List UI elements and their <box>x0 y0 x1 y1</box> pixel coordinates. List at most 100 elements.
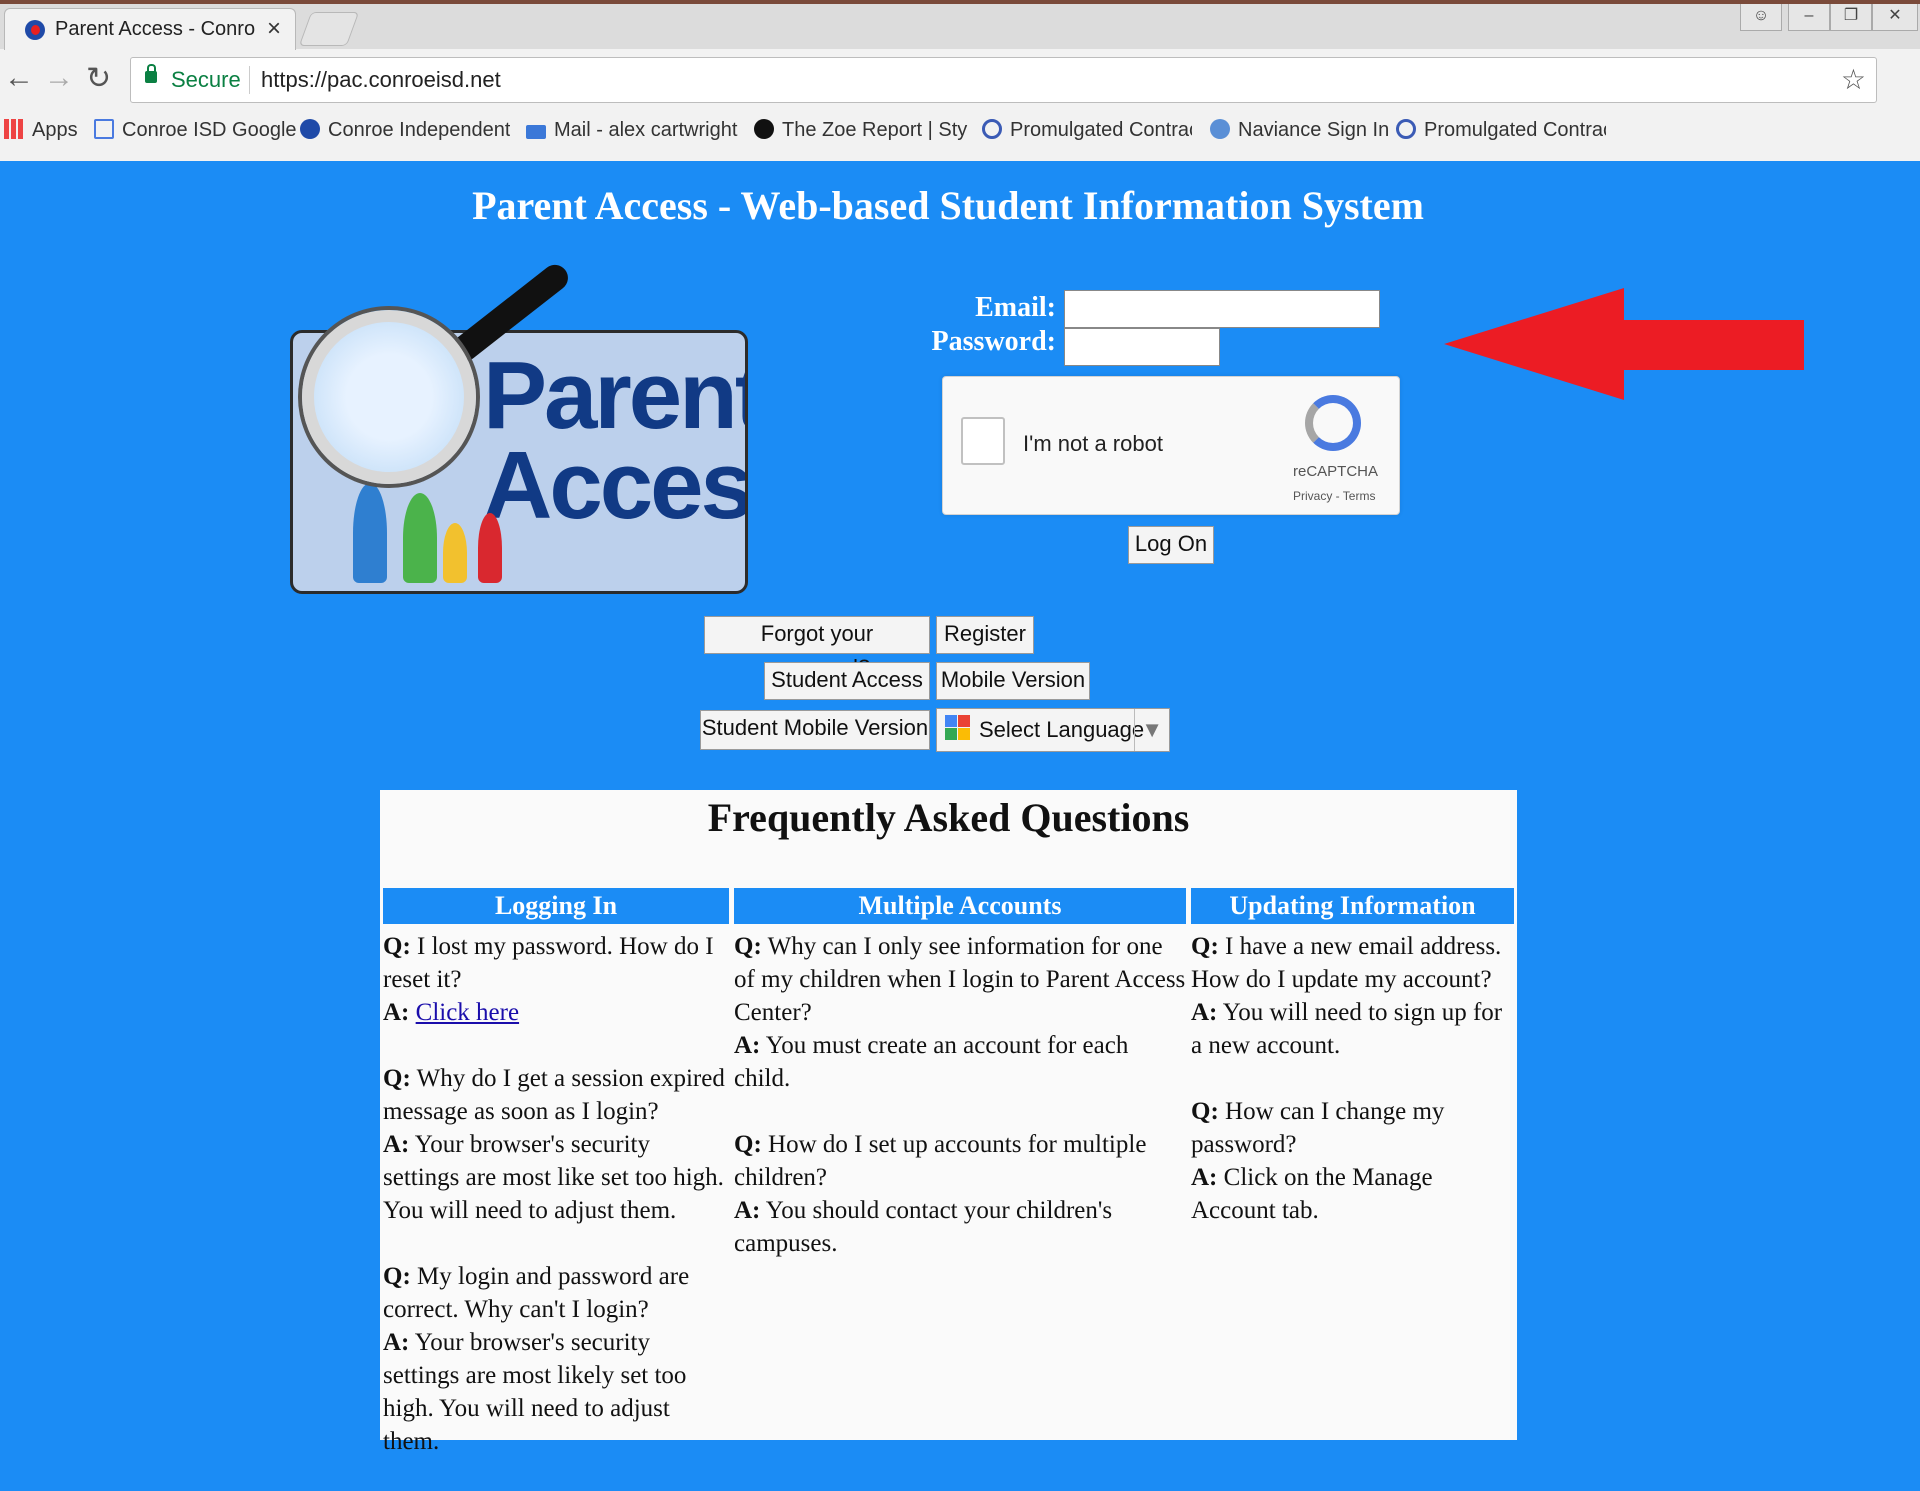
bookmark-label: Mail - alex cartwright <box>554 119 738 141</box>
bookmark-zoe-report[interactable]: The Zoe Report | Style <box>754 119 968 142</box>
minimize-icon[interactable]: – <box>1788 4 1830 31</box>
figure-red <box>478 513 502 583</box>
bookmark-label: Promulgated Contrac <box>1010 119 1192 141</box>
user-profile-icon[interactable]: ☺ <box>1740 4 1782 31</box>
faq-question: I have a new email address. How do I upd… <box>1191 933 1502 993</box>
a-prefix: A: <box>734 1032 761 1059</box>
recaptcha-checkbox[interactable] <box>961 417 1005 465</box>
log-on-button[interactable]: Log On <box>1128 526 1214 564</box>
close-window-icon[interactable]: ✕ <box>1872 4 1918 31</box>
bookmark-label: Apps <box>32 119 78 141</box>
q-prefix: Q: <box>1191 933 1219 960</box>
tab-strip: Parent Access - Conroe I × ☺ – ❐ ✕ <box>0 4 1920 50</box>
page-icon <box>94 119 114 139</box>
faq-item: Q: How do I set up accounts for multiple… <box>734 1128 1186 1260</box>
q-prefix: Q: <box>1191 1098 1219 1125</box>
page-title: Parent Access - Web-based Student Inform… <box>472 183 1424 228</box>
bookmark-star-icon[interactable]: ☆ <box>1841 63 1866 96</box>
reload-icon[interactable]: ↻ <box>86 61 111 96</box>
q-prefix: Q: <box>734 933 762 960</box>
a-prefix: A: <box>1191 1164 1218 1191</box>
faq-item: Q: My login and password are correct. Wh… <box>383 1260 729 1458</box>
browser-tab[interactable]: Parent Access - Conroe I × <box>4 8 296 50</box>
faq-item: Q: Why can I only see information for on… <box>734 930 1186 1095</box>
recaptcha-privacy-terms[interactable]: Privacy - Terms <box>1293 489 1375 503</box>
register-button[interactable]: Register <box>936 616 1034 654</box>
url-text[interactable]: https://pac.conroeisd.net <box>261 67 501 93</box>
student-access-button[interactable]: Student Access <box>764 662 930 700</box>
faq-item: Q: Why do I get a session expired messag… <box>383 1062 729 1227</box>
recaptcha-logo-icon <box>1305 395 1361 451</box>
browser-chrome: Parent Access - Conroe I × ☺ – ❐ ✕ ← → ↻… <box>0 4 1920 161</box>
faq-question: I lost my password. How do I reset it? <box>383 933 714 993</box>
logo-text: Parent Access <box>483 342 748 539</box>
a-prefix: A: <box>383 1329 410 1356</box>
faq-column-heading-updating-information: Updating Information <box>1191 888 1514 924</box>
faq-question: How do I set up accounts for multiple ch… <box>734 1131 1147 1191</box>
faq-column-heading-multiple-accounts: Multiple Accounts <box>734 888 1186 924</box>
figure-blue <box>353 483 387 583</box>
faq-answer: You should contact your children's campu… <box>734 1197 1113 1257</box>
faq-column-updating-information: Q: I have a new email address. How do I … <box>1191 930 1514 1260</box>
bookmark-promulgated-1[interactable]: Promulgated Contrac <box>982 119 1192 142</box>
q-prefix: Q: <box>383 1263 411 1290</box>
faq-question: Why can I only see information for one o… <box>734 933 1186 1026</box>
recaptcha-label: I'm not a robot <box>1023 431 1163 456</box>
password-field[interactable] <box>1064 328 1220 366</box>
faq-panel: Frequently Asked Questions Logging In Mu… <box>380 790 1517 1455</box>
tab-title: Parent Access - Conroe I <box>55 18 255 40</box>
faq-question: How can I change my password? <box>1191 1098 1445 1158</box>
select-language-label: Select Language <box>979 717 1145 742</box>
faq-item: Q: I have a new email address. How do I … <box>1191 930 1514 1062</box>
faq-item: Q: How can I change my password? A: Clic… <box>1191 1095 1514 1227</box>
magnifier-icon <box>302 310 476 484</box>
naviance-icon <box>1210 119 1230 139</box>
a-prefix: A: <box>734 1197 761 1224</box>
forgot-password-button[interactable]: Forgot your password? <box>704 616 930 680</box>
select-language-dropdown[interactable]: Select Language ▼ <box>936 708 1170 752</box>
email-field[interactable] <box>1064 290 1380 328</box>
back-arrow-icon[interactable]: ← <box>4 61 34 95</box>
recaptcha-widget: I'm not a robot reCAPTCHA Privacy - Term… <box>942 376 1400 515</box>
q-prefix: Q: <box>383 1065 411 1092</box>
mobile-version-button[interactable]: Mobile Version <box>936 662 1090 700</box>
bookmark-conroe-independent[interactable]: Conroe Independent <box>300 119 510 142</box>
bookmark-conroe-isd-google[interactable]: Conroe ISD Google <box>94 119 297 142</box>
conroe-icon <box>300 119 320 139</box>
address-bar[interactable]: Secure https://pac.conroeisd.net ☆ <box>130 57 1877 103</box>
bookmark-promulgated-2[interactable]: Promulgated Contrac <box>1396 119 1606 142</box>
forward-arrow-icon[interactable]: → <box>44 61 74 95</box>
student-mobile-version-button[interactable]: Student Mobile Version <box>700 710 930 750</box>
faq-question: Why do I get a session expired message a… <box>383 1065 725 1125</box>
zoe-icon <box>754 119 774 139</box>
bookmark-mail[interactable]: Mail - alex cartwright <box>526 119 737 142</box>
address-separator <box>249 66 250 94</box>
google-translate-icon <box>945 715 971 741</box>
logo-line1: Parent <box>483 342 748 449</box>
new-tab-button[interactable] <box>298 12 360 46</box>
conroe-favicon-icon <box>25 20 45 40</box>
faq-answer: Click on the Manage Account tab. <box>1191 1164 1433 1224</box>
q-icon <box>982 119 1002 139</box>
bookmark-naviance[interactable]: Naviance Sign In <box>1210 119 1389 142</box>
a-prefix: A: <box>383 1131 410 1158</box>
password-label: Password: <box>931 326 1056 357</box>
faq-item: Q: I lost my password. How do I reset it… <box>383 930 729 1029</box>
bookmark-label: Naviance Sign In <box>1238 119 1390 141</box>
bookmark-label: Conroe ISD Google <box>122 119 297 141</box>
q-prefix: Q: <box>734 1131 762 1158</box>
tab-close-icon[interactable]: × <box>267 15 281 43</box>
restore-icon[interactable]: ❐ <box>1830 4 1872 31</box>
apps-grid-icon <box>4 119 24 139</box>
bookmark-apps[interactable]: Apps <box>4 119 78 142</box>
bookmark-label: Promulgated Contrac <box>1424 119 1606 141</box>
click-here-link[interactable]: Click here <box>416 999 519 1026</box>
logo-line2: Access <box>483 432 748 539</box>
faq-column-multiple-accounts: Q: Why can I only see information for on… <box>734 930 1186 1293</box>
faq-answer: Your browser's security settings are mos… <box>383 1329 687 1455</box>
red-arrow-annotation <box>1444 288 1804 400</box>
secure-label: Secure <box>171 67 241 92</box>
a-prefix: A: <box>1191 999 1218 1026</box>
browser-toolbar: ← → ↻ Secure https://pac.conroeisd.net ☆ <box>0 49 1920 109</box>
bookmark-label: Conroe Independent <box>328 119 510 141</box>
